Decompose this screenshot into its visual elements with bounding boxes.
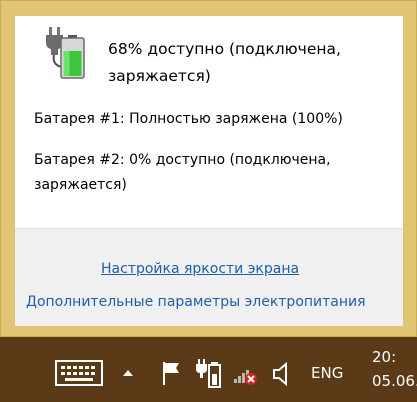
clock-date: 05.06.	[372, 372, 417, 390]
clock[interactable]: 20: 05.06.	[372, 345, 417, 393]
input-language-indicator[interactable]: ENG	[311, 364, 343, 382]
flyout-links-area: Настройка яркости экрана Дополнительные …	[15, 228, 403, 326]
battery-2-status: Батарея #2: 0% доступно (подключена, зар…	[34, 152, 331, 193]
battery-1-status: Батарея #1: Полностью заряжена (100%)	[34, 111, 343, 127]
taskbar: ENG 20: 05.06.	[0, 337, 417, 402]
power-options-link[interactable]: Дополнительные параметры электропитания	[26, 294, 366, 310]
clock-time: 20:	[372, 348, 397, 366]
battery-summary: 68% доступно (подключена, заряжается)	[108, 40, 341, 85]
flyout-panel: 68% доступно (подключена, заряжается) Ба…	[14, 15, 404, 326]
tray-battery-plug-icon[interactable]	[195, 357, 225, 389]
network-disconnected-icon[interactable]	[232, 359, 260, 387]
show-hidden-icons-chevron-icon[interactable]	[120, 365, 136, 381]
touch-keyboard-icon[interactable]	[55, 359, 103, 387]
battery-charging-icon	[44, 27, 88, 81]
battery-flyout: 68% доступно (подключена, заряжается) Ба…	[0, 0, 417, 337]
brightness-settings-link[interactable]: Настройка яркости экрана	[101, 261, 299, 277]
speaker-volume-icon[interactable]	[270, 361, 292, 387]
battery-status-area: 68% доступно (подключена, заряжается) Ба…	[15, 16, 403, 228]
action-center-flag-icon[interactable]	[158, 359, 184, 387]
